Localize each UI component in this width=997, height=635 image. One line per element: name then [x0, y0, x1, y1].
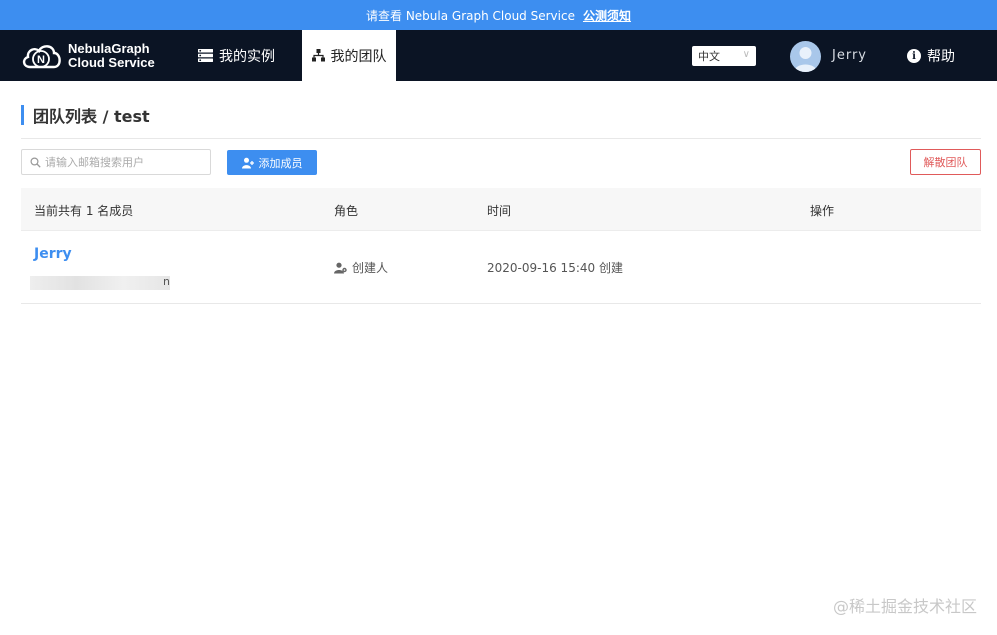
member-role-label: 创建人 [352, 261, 389, 275]
header-time: 时间 [487, 204, 512, 218]
header-role: 角色 [334, 204, 359, 218]
dissolve-team-button[interactable]: 解散团队 [910, 149, 981, 175]
search-input[interactable] [45, 155, 195, 169]
logo-line-1: NebulaGraph [68, 41, 150, 56]
search-box[interactable] [21, 149, 211, 175]
server-list-icon [198, 49, 213, 62]
nebula-cloud-logo-icon: N [22, 45, 61, 69]
add-member-button[interactable]: 添加成员 [227, 150, 317, 175]
nav-my-team-label: 我的团队 [330, 48, 387, 65]
table-row: Jerry n 创建人 2020-09-16 15:40 创建 [21, 231, 981, 304]
watermark: @稀土掘金技术社区 [832, 597, 977, 616]
page-title: 团队列表 / test [21, 105, 150, 126]
member-email-redacted [30, 276, 170, 290]
svg-text:N: N [37, 54, 45, 66]
nav-my-instances[interactable]: 我的实例 [198, 30, 275, 81]
language-value: 中文 [698, 50, 720, 63]
chevron-down-icon: ∨ [742, 49, 750, 60]
language-select[interactable]: 中文 ∨ [692, 46, 756, 66]
top-navbar: N NebulaGraph Cloud Service 我的实例 我的团队 中文… [0, 30, 997, 81]
member-name[interactable]: Jerry [34, 246, 72, 262]
member-email-tail: n [163, 275, 170, 288]
logo-line-2: Cloud Service [68, 55, 155, 70]
user-avatar[interactable] [790, 41, 821, 72]
username[interactable]: Jerry [832, 48, 867, 63]
help-label: 帮助 [927, 49, 955, 65]
user-silhouette-icon [794, 47, 817, 72]
help-link[interactable]: i 帮助 [907, 46, 955, 66]
announcement-bar: 请查看 Nebula Graph Cloud Service 公测须知 [0, 0, 997, 30]
nav-my-team[interactable]: 我的团队 [302, 30, 396, 81]
member-role: 创建人 [334, 259, 388, 276]
announcement-text: 请查看 Nebula Graph Cloud Service [366, 8, 575, 23]
info-icon: i [907, 49, 921, 63]
divider [21, 138, 981, 139]
add-user-icon [241, 157, 254, 168]
nav-my-instances-label: 我的实例 [219, 48, 275, 65]
logo[interactable]: N NebulaGraph Cloud Service [20, 40, 155, 72]
search-icon [30, 156, 41, 168]
team-hierarchy-icon [311, 49, 325, 62]
member-created-time: 2020-09-16 15:40 创建 [487, 261, 623, 275]
announcement-link[interactable]: 公测须知 [583, 7, 631, 24]
header-member-count: 当前共有 1 名成员 [34, 204, 134, 218]
logo-text: NebulaGraph Cloud Service [68, 42, 155, 70]
table-header: 当前共有 1 名成员 角色 时间 操作 [21, 188, 981, 231]
header-actions: 操作 [810, 204, 835, 218]
add-member-label: 添加成员 [258, 156, 303, 170]
user-admin-icon [334, 262, 347, 273]
